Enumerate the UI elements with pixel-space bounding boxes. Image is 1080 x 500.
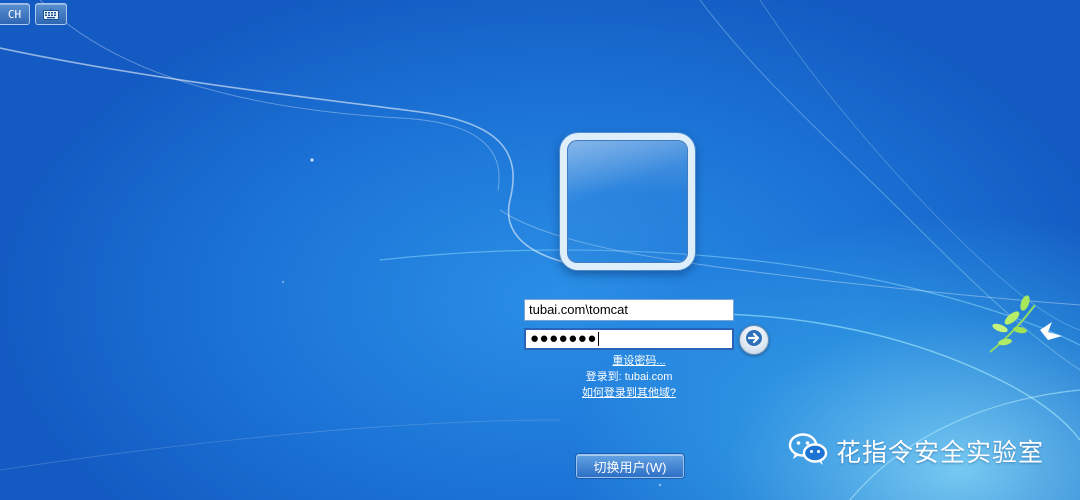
wallpaper-swirls: [0, 0, 1080, 500]
text-caret: [597, 332, 599, 347]
password-mask: ●●●●●●●: [530, 330, 597, 347]
reset-password-link[interactable]: 重设密码...: [534, 354, 744, 368]
username-value: tubai.com\tomcat: [529, 302, 628, 317]
keyboard-icon: [43, 5, 59, 24]
watermark: 花指令安全实验室: [788, 432, 1044, 470]
language-label: CH: [7, 7, 22, 21]
user-avatar-frame: [560, 133, 695, 270]
other-domain-link[interactable]: 如何登录到其他域?: [524, 386, 734, 400]
switch-user-button[interactable]: 切换用户(W): [576, 454, 684, 478]
arrow-right-icon: [745, 329, 763, 351]
login-screen: CH tubai.com\tomcat ●●●●●●● 重设密码... 登录到:…: [0, 0, 1080, 500]
submit-button[interactable]: [739, 325, 769, 355]
watermark-text: 花指令安全实验室: [836, 438, 1045, 467]
on-screen-keyboard-button[interactable]: [35, 3, 67, 25]
language-button[interactable]: CH: [0, 3, 30, 25]
logon-to-text: 登录到: tubai.com: [585, 371, 673, 383]
wechat-icon: [788, 432, 828, 470]
password-field[interactable]: ●●●●●●●: [524, 328, 734, 350]
switch-user-label: 切换用户(W): [593, 459, 667, 475]
username-field[interactable]: tubai.com\tomcat: [524, 299, 734, 321]
